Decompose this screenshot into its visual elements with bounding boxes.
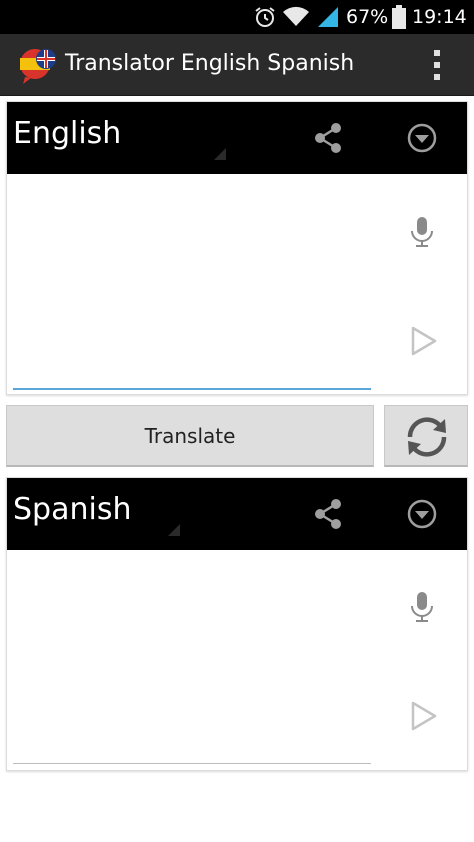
source-text-input[interactable] <box>13 174 371 390</box>
status-bar: 67% 19:14 <box>0 0 474 34</box>
share-icon[interactable] <box>308 494 348 534</box>
translate-button[interactable]: Translate <box>6 405 374 467</box>
spinner-indicator-icon <box>168 524 180 536</box>
source-language-header: English <box>7 102 467 174</box>
play-icon[interactable] <box>402 321 442 361</box>
action-bar: Translator English Spanish <box>0 34 474 96</box>
battery-percentage: 67% <box>346 6 389 28</box>
microphone-icon[interactable] <box>402 212 442 252</box>
source-panel: English <box>6 101 468 395</box>
target-language-spinner[interactable]: Spanish <box>13 492 131 527</box>
source-language-spinner[interactable]: English <box>13 116 121 151</box>
status-time: 19:14 <box>412 6 467 28</box>
signal-icon <box>318 7 338 27</box>
spain-uk-flag-bubble-icon <box>20 49 56 84</box>
wifi-icon <box>283 6 309 26</box>
overflow-menu-icon[interactable] <box>424 46 450 84</box>
target-panel: Spanish <box>6 477 468 771</box>
spinner-indicator-icon <box>214 148 226 160</box>
swap-languages-button[interactable] <box>384 405 468 467</box>
play-icon[interactable] <box>402 696 442 736</box>
share-icon[interactable] <box>308 118 348 158</box>
target-language-header: Spanish <box>7 478 467 550</box>
swap-languages-icon <box>407 417 447 457</box>
microphone-icon[interactable] <box>402 587 442 627</box>
alarm-icon <box>255 7 275 27</box>
dropdown-circle-icon[interactable] <box>402 118 442 158</box>
app-title: Translator English Spanish <box>65 51 355 76</box>
dropdown-circle-icon[interactable] <box>402 494 442 534</box>
target-text-output[interactable] <box>13 550 371 764</box>
battery-icon <box>392 5 406 29</box>
